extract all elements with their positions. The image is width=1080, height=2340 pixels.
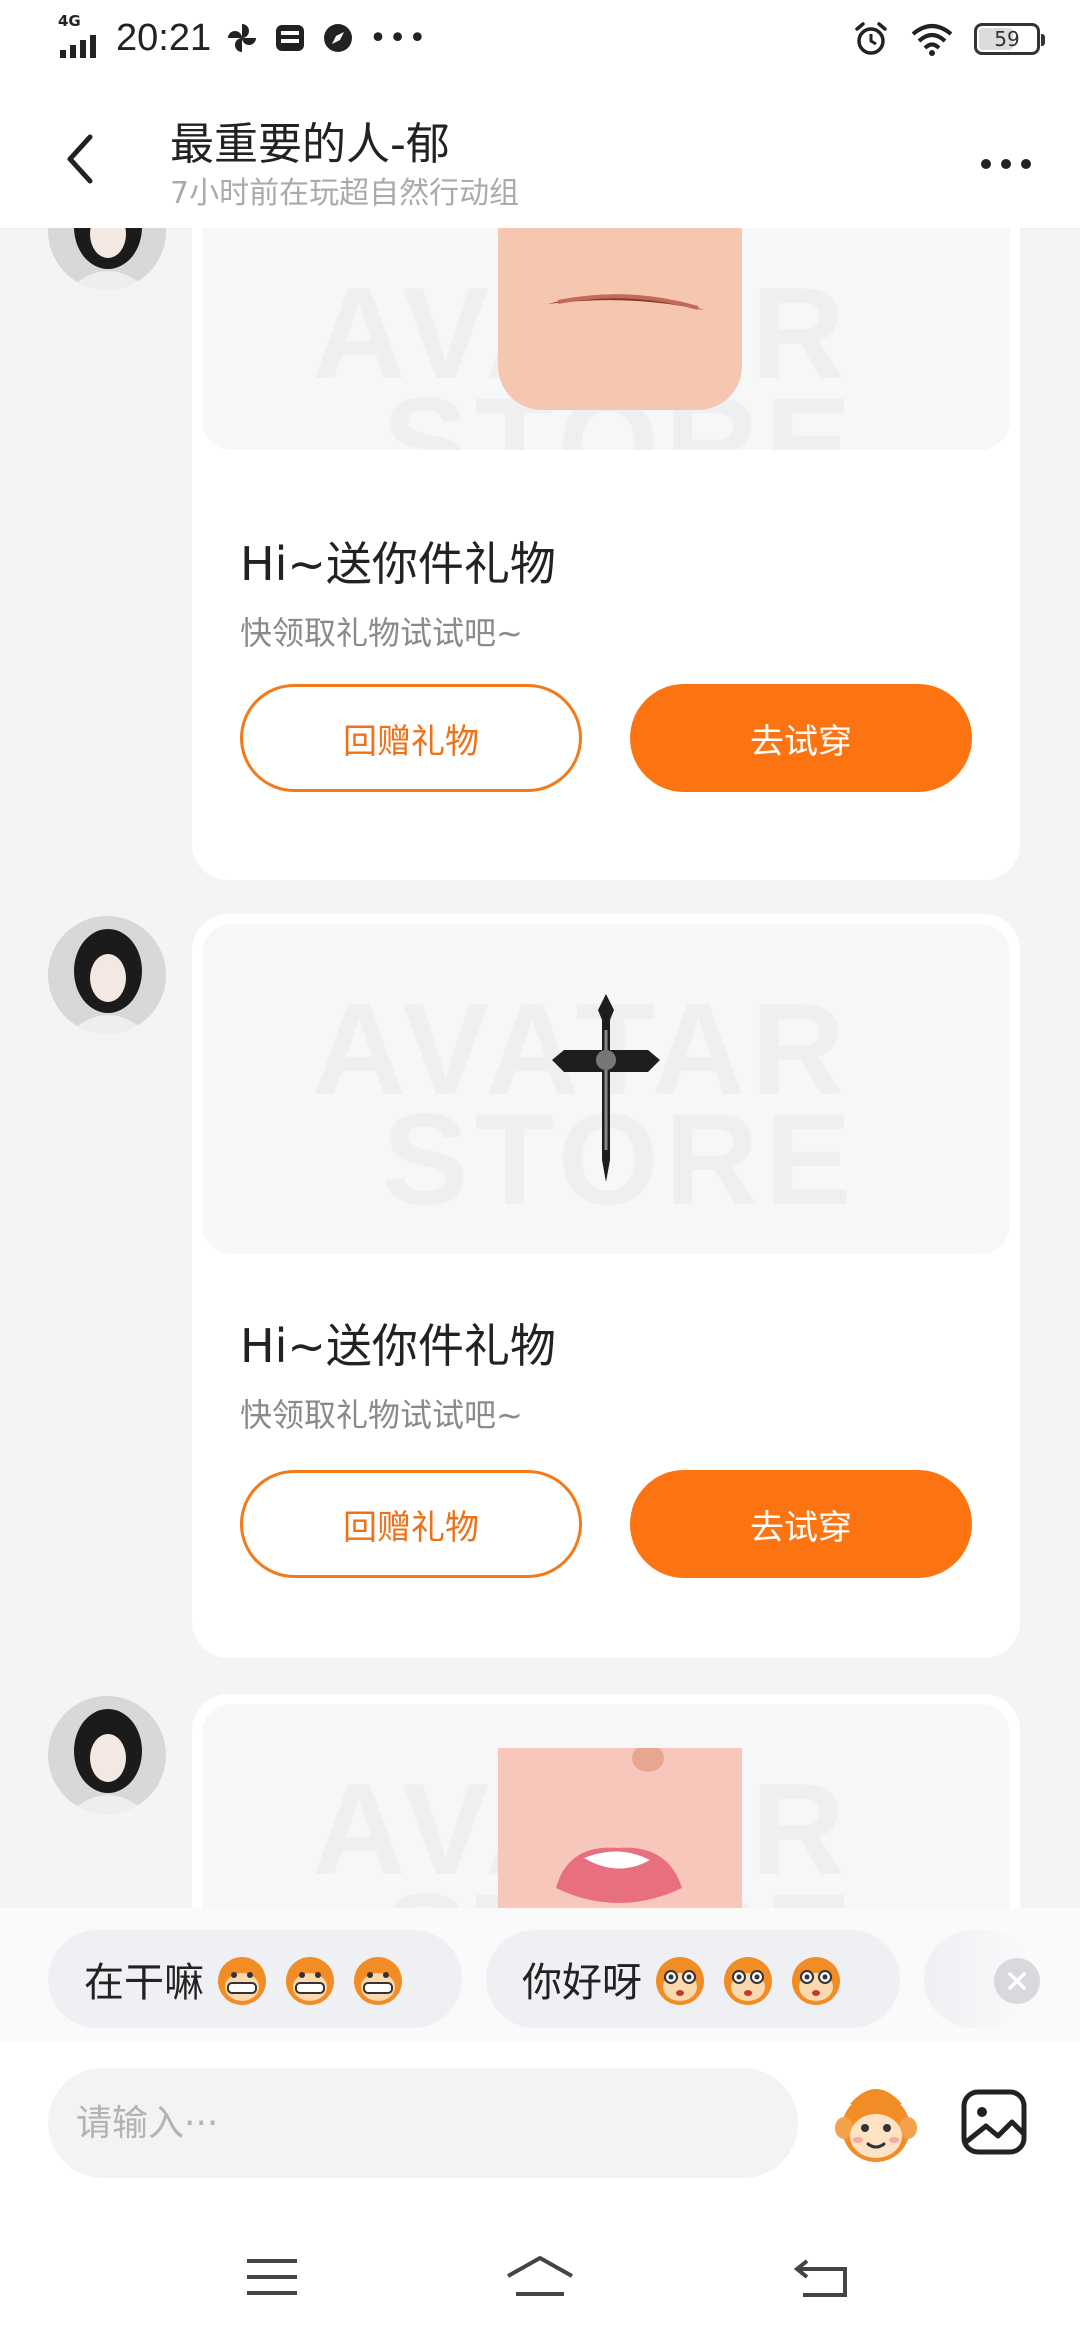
grinning-monkey-icon [286, 1957, 334, 2005]
close-quick-replies-button[interactable] [994, 1958, 1040, 2004]
return-gift-button[interactable]: 回赠礼物 [240, 1470, 582, 1578]
menu-icon [247, 2259, 297, 2295]
message-input[interactable] [48, 2068, 798, 2178]
back-arrow-icon [793, 2259, 847, 2297]
pinwheel-icon [228, 24, 257, 52]
quick-reply-chip[interactable]: 你好呀 [486, 1930, 900, 2028]
battery-indicator: 59 [974, 23, 1045, 55]
status-bar: 4G 20:21 ••• 59 [0, 0, 1080, 84]
battery-level: 59 [994, 27, 1020, 51]
chat-header: 最重要的人-郁 7小时前在玩超自然行动组 [0, 84, 1080, 229]
input-bar [0, 2042, 1080, 2212]
monkey-emoji-icon [835, 2089, 917, 2162]
more-dot-icon [981, 159, 991, 169]
surprised-monkey-icon [656, 1957, 704, 2005]
gift-item-image [498, 1748, 742, 1908]
quick-replies-bar: 在干嘛 你好呀 [0, 1908, 1080, 2042]
close-icon [1008, 1972, 1026, 1990]
avatar[interactable] [48, 916, 166, 1034]
chat-area[interactable]: AVATAR STORE Hi~送你件礼物 快领取礼物试试吧~ 回赠礼物 去试穿… [0, 228, 1080, 1908]
contact-name: 最重要的人-郁 [170, 119, 450, 170]
gift-preview[interactable]: AVATAR STORE [202, 1704, 1010, 1908]
quick-reply-chip[interactable]: 在干嘛 [48, 1930, 462, 2028]
back-nav-button[interactable] [782, 2242, 862, 2312]
compass-icon [324, 24, 353, 52]
try-on-button[interactable]: 去试穿 [630, 1470, 972, 1578]
grinning-monkey-icon [218, 1957, 266, 2005]
avatar[interactable] [48, 1696, 166, 1814]
image-icon [961, 2089, 1027, 2155]
gift-card: AVATAR STORE Hi~送你件礼物 快领取礼物试试吧~ 回赠礼物 去试穿 [192, 228, 1020, 880]
home-icon [507, 2256, 573, 2296]
try-on-button[interactable]: 去试穿 [630, 684, 972, 792]
home-nav-button[interactable] [500, 2242, 580, 2312]
card-title: Hi~送你件礼物 [240, 1319, 556, 1373]
gift-preview[interactable]: AVATAR STORE [202, 228, 1010, 450]
quick-reply-text: 你好呀 [522, 1960, 642, 2006]
grinning-monkey-icon [354, 1957, 402, 2005]
signal-icon: 4G [58, 12, 102, 60]
card-title: Hi~送你件礼物 [240, 537, 556, 591]
clock: 20:21 [116, 16, 212, 59]
emoji-button[interactable] [830, 2078, 922, 2170]
gift-card: AVATAR STORE Hi~送你件礼物 快领取礼物试试吧~ 回赠礼物 去试穿 [192, 914, 1020, 1658]
surprised-monkey-icon [724, 1957, 772, 2005]
avatar[interactable] [48, 228, 166, 290]
system-navigation-bar [0, 2212, 1080, 2340]
more-options-button[interactable] [966, 144, 1046, 184]
wifi-icon [911, 24, 953, 56]
contact-status: 7小时前在玩超自然行动组 [170, 176, 520, 211]
gift-card: AVATAR STORE [192, 1694, 1020, 1908]
more-dot-icon [1021, 159, 1031, 169]
card-subtitle: 快领取礼物试试吧~ [240, 614, 523, 652]
gift-item-image [498, 228, 742, 410]
alarm-icon [855, 22, 887, 55]
message-box-icon [276, 25, 305, 51]
card-subtitle: 快领取礼物试试吧~ [240, 1396, 523, 1434]
image-button[interactable] [958, 2086, 1030, 2158]
return-gift-button[interactable]: 回赠礼物 [240, 684, 582, 792]
menu-nav-button[interactable] [232, 2242, 312, 2312]
gift-preview[interactable]: AVATAR STORE [202, 924, 1010, 1254]
more-notifications-icon: ••• [369, 20, 429, 56]
quick-reply-text: 在干嘛 [84, 1960, 204, 2006]
gift-item-image [552, 994, 660, 1182]
network-type: 4G [58, 12, 81, 30]
chevron-left-icon [67, 134, 93, 184]
back-button[interactable] [50, 124, 110, 194]
surprised-monkey-icon [792, 1957, 840, 2005]
more-dot-icon [1001, 159, 1011, 169]
